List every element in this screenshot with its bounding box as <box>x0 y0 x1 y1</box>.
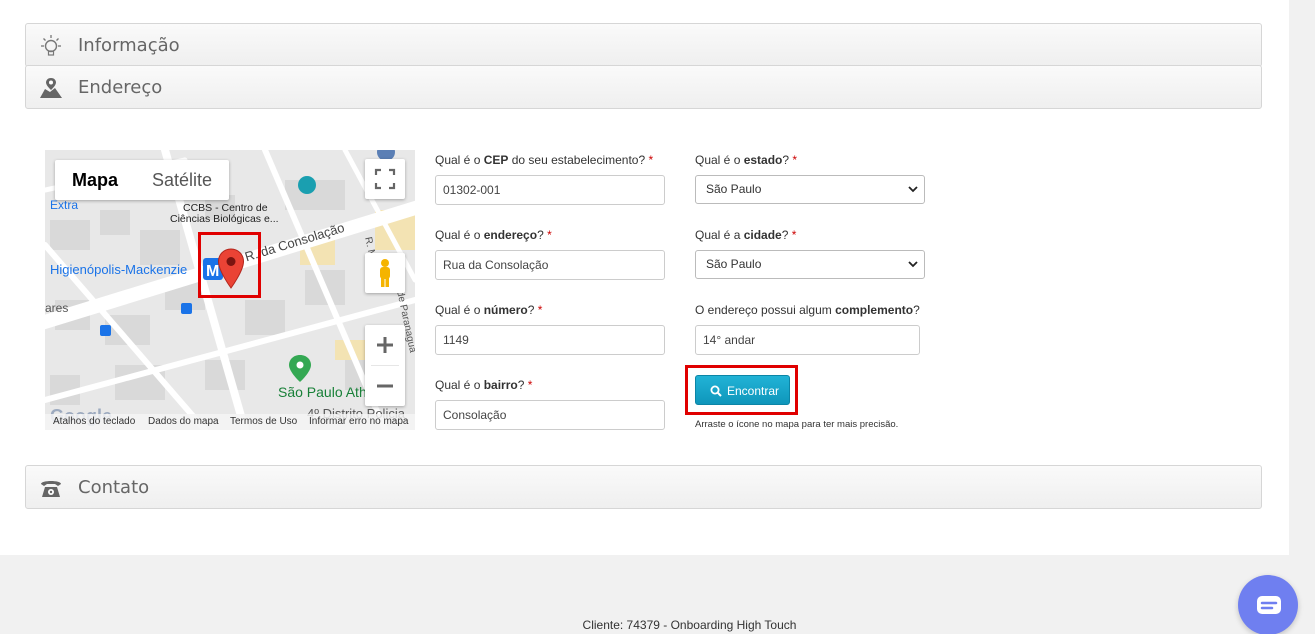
chat-widget-button[interactable] <box>1238 575 1298 634</box>
chat-icon <box>1257 596 1281 614</box>
bairro-input[interactable]: Consolação <box>435 400 665 430</box>
bairro-label: Qual é o bairro? * <box>435 378 533 392</box>
endereco-label: Qual é o endereço? * <box>435 228 552 242</box>
highlight-marker-box <box>198 232 261 298</box>
lightbulb-icon <box>41 35 61 56</box>
estado-select[interactable]: São Paulo <box>695 175 925 204</box>
chevron-down-icon <box>908 261 918 268</box>
zoom-control <box>365 325 405 406</box>
estado-label: Qual é o estado? * <box>695 153 798 167</box>
section-endereco-header[interactable]: Endereço <box>25 65 1262 109</box>
zoom-out-button[interactable] <box>365 366 405 406</box>
section-title: Endereço <box>78 77 163 98</box>
map-footer: Atalhos do teclado Dados do mapa Termos … <box>45 414 415 430</box>
map-label: São Paulo Ath <box>278 384 367 400</box>
cidade-select[interactable]: São Paulo <box>695 250 925 279</box>
complemento-label: O endereço possui algum complemento? <box>695 303 920 317</box>
map-label: ares <box>45 301 69 315</box>
map-label: Ciências Biológicas e... <box>170 213 279 225</box>
numero-input[interactable]: 1149 <box>435 325 665 355</box>
map-type-satellite-button[interactable]: Satélite <box>135 160 229 200</box>
telephone-icon <box>41 481 61 497</box>
map-label: Higienópolis-Mackenzie <box>50 262 188 277</box>
map-type-map-button[interactable]: Mapa <box>55 160 135 200</box>
section-informacao-header[interactable]: Informação <box>25 23 1262 67</box>
fullscreen-button[interactable] <box>365 159 405 199</box>
section-contato-header[interactable]: Contato <box>25 465 1262 509</box>
report-error-link[interactable]: Informar erro no mapa <box>309 416 409 427</box>
zoom-in-button[interactable] <box>365 325 405 365</box>
map-data-link[interactable]: Dados do mapa <box>148 416 219 427</box>
map-label: Extra <box>50 198 79 212</box>
section-title: Contato <box>78 477 150 498</box>
minus-icon <box>377 384 393 388</box>
numero-label: Qual é o número? * <box>435 303 543 317</box>
endereco-input[interactable]: Rua da Consolação <box>435 250 665 280</box>
map-type-control: Mapa Satélite <box>55 160 230 200</box>
plus-icon <box>377 337 393 353</box>
cidade-label: Qual é a cidade? * <box>695 228 797 242</box>
street-view-pegman-button[interactable] <box>365 253 405 293</box>
cep-input[interactable]: 01302-001 <box>435 175 665 205</box>
cidade-selected-value: São Paulo <box>706 257 762 271</box>
map-hint-text: Arraste o ícone no mapa para ter mais pr… <box>695 419 899 430</box>
complemento-input[interactable]: 14° andar <box>695 325 920 355</box>
section-title: Informação <box>78 35 180 56</box>
highlight-find-box <box>685 365 798 415</box>
cep-label: Qual é o CEP do seu estabelecimento? * <box>435 153 654 167</box>
chevron-down-icon <box>908 186 918 193</box>
pegman-icon <box>380 259 390 287</box>
map-location-icon <box>40 78 62 98</box>
google-map[interactable]: M Extra CCBS - Centro de Ciências Biológ… <box>45 150 415 430</box>
footer-client-info: Cliente: 74379 - Onboarding High Touch <box>582 618 797 632</box>
terms-link[interactable]: Termos de Uso <box>230 416 297 427</box>
fullscreen-icon <box>374 168 396 190</box>
keyboard-shortcuts-link[interactable]: Atalhos do teclado <box>53 416 135 427</box>
estado-selected-value: São Paulo <box>706 182 762 196</box>
